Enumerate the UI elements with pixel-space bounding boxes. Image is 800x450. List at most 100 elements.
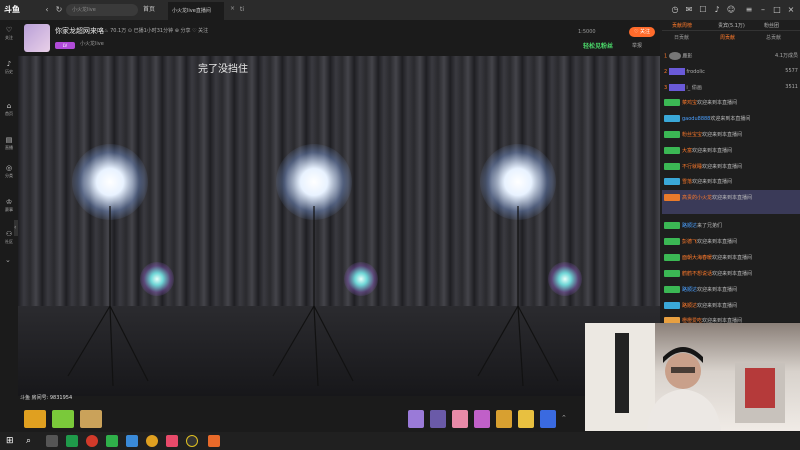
chat-message: 粉丝宝宝欢迎来到本直播间 <box>664 131 798 142</box>
home-icon: ⌂ <box>6 102 12 110</box>
chat-message: 雪落欢迎来到本直播间 <box>664 178 798 189</box>
chat-message: 大富欢迎来到本直播间 <box>664 147 798 158</box>
trophy-icon: ♔ <box>5 198 13 206</box>
search-icon[interactable]: ⌕ <box>26 436 31 446</box>
streamer-avatar[interactable] <box>24 24 50 52</box>
gift-item-icon[interactable] <box>474 410 490 428</box>
sidebar-item-history[interactable]: ♪ 历史 <box>0 60 18 75</box>
rank-avatar <box>668 52 681 60</box>
rank-row[interactable]: 1 鹿影 4.1万成员 <box>664 52 798 66</box>
room-stats: ♨ 70.1万 ⊙ 已播1小时31分钟 ⊕ 分享 ♡ 关注 <box>104 28 209 34</box>
chat-badge <box>664 254 680 261</box>
menu-icon[interactable]: ≡ <box>744 4 754 15</box>
streamer-name[interactable]: 小火龙live <box>80 40 104 47</box>
chat-badge <box>664 99 680 106</box>
light-stands <box>67 206 559 387</box>
divider <box>662 30 800 31</box>
live-video-player[interactable] <box>18 56 660 396</box>
mail-icon[interactable]: ✉ <box>684 4 694 15</box>
tab-live-room[interactable]: 小火龙live直播间 <box>168 2 224 20</box>
chrome-icon[interactable] <box>86 435 98 447</box>
history-icon: ♪ <box>6 60 12 68</box>
trophy-gift-icon[interactable] <box>24 410 46 428</box>
sidebar-item-events[interactable]: ♔ 赛事 <box>0 198 18 213</box>
sidebar-item-home[interactable]: ⌂ 首页 <box>0 102 18 117</box>
chat-badge <box>664 238 680 245</box>
chat-message: 路顺达欢迎来到本直播间 <box>664 286 798 297</box>
tab-more[interactable]: ti <box>240 4 244 16</box>
taskbar-app-icon[interactable] <box>66 435 78 447</box>
gift-item-icon[interactable] <box>452 410 468 428</box>
chat-message: 面朝大海春暖欢迎来到本直播间 <box>664 254 798 265</box>
chat-badge <box>664 131 680 138</box>
task-gift-icon[interactable] <box>52 410 74 428</box>
taskbar-app-icon[interactable] <box>146 435 158 447</box>
fan-club-tag[interactable]: 轻松见粉丝 <box>583 41 613 50</box>
chat-badge <box>664 286 680 293</box>
tab-vip[interactable]: 贵宾(5.1万) <box>718 22 745 29</box>
close-icon[interactable]: × <box>786 4 796 15</box>
back-icon[interactable]: ‹ <box>42 5 52 15</box>
rank-row[interactable]: 3 i_ 偷画 3511 <box>664 84 798 98</box>
wechat-icon[interactable] <box>106 435 118 447</box>
rank-badge <box>668 68 685 75</box>
chat-badge <box>664 178 680 185</box>
subtab-daily[interactable]: 日贡献 <box>674 34 689 41</box>
minimize-icon[interactable]: – <box>758 4 768 15</box>
chat-message: 菜鸡宝欢迎来到本直播间 <box>664 99 798 110</box>
chat-message: 彭德飞欢迎来到本直播间 <box>664 238 798 249</box>
room-id-label: 斗鱼 房间号: 9831954 <box>20 395 73 401</box>
taskbar-app-icon[interactable] <box>126 435 138 447</box>
tab-home[interactable]: 首页 <box>143 4 167 16</box>
tab-close-icon[interactable]: × <box>230 5 235 12</box>
report-button[interactable]: 举报 <box>632 42 642 49</box>
chat-message: 路顺达来了兄弟们 <box>664 222 798 233</box>
gift-icon[interactable]: ☐ <box>698 4 708 15</box>
chevron-down-icon[interactable]: ⌄ <box>5 256 11 264</box>
rank-row[interactable]: 2 frodolic 5577 <box>664 68 798 82</box>
douyu-taskbar-icon[interactable] <box>208 435 220 447</box>
gift-item-icon[interactable] <box>496 410 512 428</box>
sidebar-item-follow[interactable]: ♡ 关注 <box>0 26 18 41</box>
gift-item-icon[interactable] <box>408 410 424 428</box>
chat-badge <box>664 163 680 170</box>
chat-badge <box>664 302 680 309</box>
taskbar-app-icon[interactable] <box>186 435 198 447</box>
chat-badge <box>664 115 680 122</box>
chat-message: gaodu8888欢迎来到本直播间 <box>664 115 798 126</box>
sidebar-item-category[interactable]: ◎ 分类 <box>0 164 18 179</box>
tab-contribution[interactable]: 贡献周榜 <box>672 22 692 29</box>
chat-message: 路顺达欢迎来到本直播间 <box>664 302 798 313</box>
chat-message: 鹤鹤不想说话欢迎来到本直播间 <box>664 270 798 281</box>
app-logo[interactable]: 斗鱼 <box>4 4 44 16</box>
task-view-icon[interactable] <box>46 435 58 447</box>
bell-icon[interactable]: ♪ <box>712 4 722 15</box>
subtab-total[interactable]: 总贡献 <box>766 34 781 41</box>
rocket-gift-icon[interactable] <box>540 410 556 428</box>
maximize-icon[interactable]: □ <box>772 4 782 15</box>
chat-message: 不行就睡欢迎来到本直播间 <box>664 163 798 174</box>
level-badge: LV <box>55 42 75 49</box>
webcam-scene <box>585 323 785 431</box>
webcam-overlay <box>585 323 800 431</box>
chat-badge <box>664 270 680 277</box>
sidebar-item-live[interactable]: ▤ 直播 <box>0 136 18 151</box>
heart-icon: ♡ <box>5 26 13 34</box>
refresh-icon[interactable]: ↻ <box>54 5 64 15</box>
windows-taskbar <box>0 432 800 450</box>
clock-icon[interactable]: ◷ <box>670 4 680 15</box>
chevron-up-icon[interactable]: ⌃ <box>561 414 567 422</box>
gift-item-icon[interactable] <box>430 410 446 428</box>
follow-button[interactable]: ♡ 关注 <box>629 27 655 37</box>
chat-badge <box>664 147 680 154</box>
taskbar-app-icon[interactable] <box>166 435 178 447</box>
search-input[interactable]: 小火龙live <box>66 4 138 16</box>
tab-fans[interactable]: 粉丝团 <box>764 22 779 29</box>
chat-message: 高贵的小火龙欢迎来到本直播间 <box>664 194 798 205</box>
subtab-weekly[interactable]: 周贡献 <box>720 34 735 41</box>
gift-item-icon[interactable] <box>518 410 534 428</box>
user-avatar-icon[interactable]: ☺ <box>726 4 736 15</box>
windows-start-icon[interactable]: ⊞ <box>6 436 14 446</box>
backpack-gift-icon[interactable] <box>80 410 102 428</box>
rank-badge <box>668 84 685 91</box>
